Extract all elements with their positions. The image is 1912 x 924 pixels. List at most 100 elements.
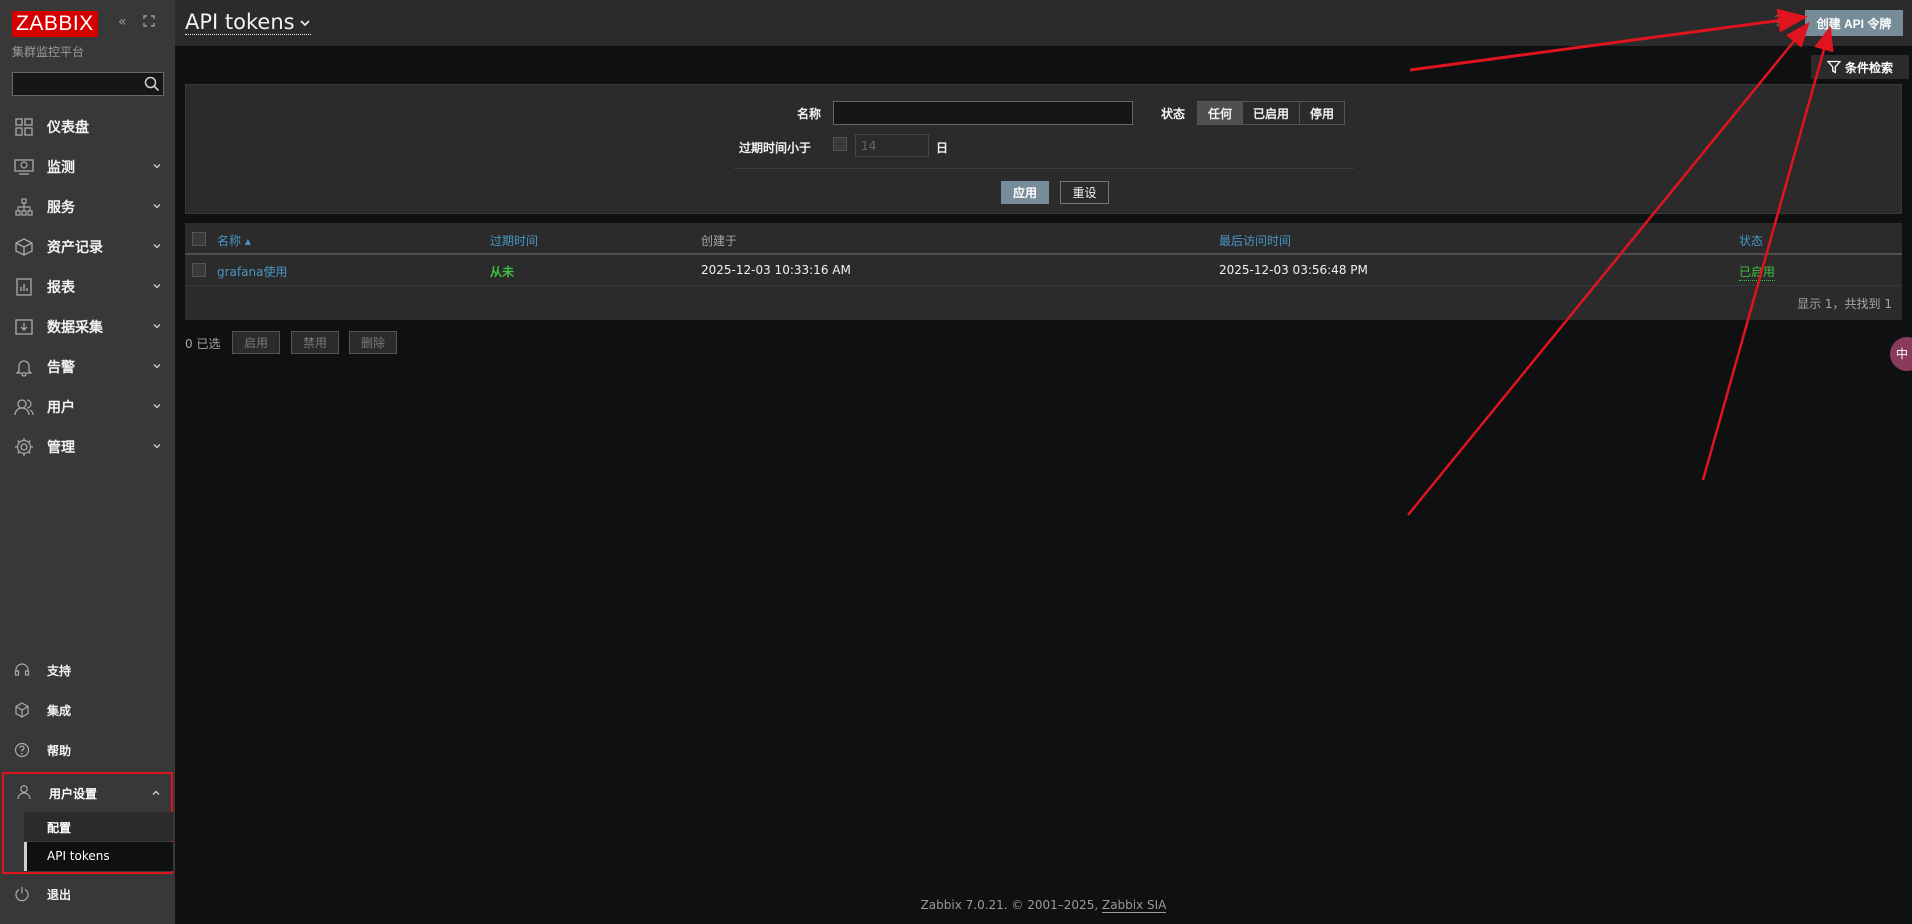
- nav-label: 集成: [47, 704, 72, 718]
- services-icon: [15, 198, 33, 216]
- row-checkbox[interactable]: [192, 263, 206, 277]
- nav-item-dashboard[interactable]: 仪表盘: [0, 107, 175, 147]
- status-option-any[interactable]: 任何: [1198, 102, 1244, 124]
- reports-icon: [16, 278, 32, 296]
- token-status-toggle[interactable]: 已启用: [1739, 263, 1776, 281]
- filter-tab[interactable]: 条件检索: [1811, 55, 1909, 79]
- power-icon: [15, 887, 29, 902]
- filter-name-input[interactable]: [833, 101, 1133, 125]
- kiosk-mode-icon[interactable]: [142, 14, 156, 32]
- dashboard-icon: [15, 118, 33, 136]
- disable-button[interactable]: 禁用: [291, 331, 339, 354]
- expires-checkbox[interactable]: [833, 137, 847, 151]
- nav-item-logout[interactable]: 退出: [0, 874, 175, 914]
- chevron-down-icon: [153, 164, 161, 169]
- nav-item-data-collection[interactable]: 数据采集: [0, 307, 175, 347]
- status-option-enabled[interactable]: 已启用: [1243, 102, 1301, 124]
- nav-label: 监测: [47, 160, 75, 176]
- create-api-token-button[interactable]: 创建 API 令牌: [1805, 10, 1903, 36]
- selected-count: 0 已选: [185, 337, 221, 351]
- user-settings-highlight: 用户设置 配置 API tokens: [2, 772, 173, 874]
- token-last-access: 2025-12-03 03:56:48 PM: [1219, 263, 1368, 277]
- nav-label: API tokens: [47, 849, 110, 863]
- page-footer: Zabbix 7.0.21. © 2001–2025, Zabbix SIA: [175, 898, 1912, 913]
- chevron-down-icon: [153, 324, 161, 329]
- chevron-up-icon: [152, 790, 160, 795]
- column-header-status[interactable]: 状态: [1739, 232, 1763, 249]
- filter-status-label: 状态: [1161, 107, 1186, 121]
- help-icon[interactable]: ?: [1774, 12, 1782, 30]
- filter-icon: [1826, 60, 1841, 74]
- integrations-icon: [15, 702, 29, 718]
- api-tokens-table: 名称 ▴ 过期时间 创建于 最后访问时间 状态 grafana使用 从未 202…: [185, 223, 1902, 320]
- sidebar: ZABBIX « 集群监控平台 仪表盘 监测 服务 资产记录 报表 数据采集 告…: [0, 0, 175, 924]
- nav-item-inventory[interactable]: 资产记录: [0, 227, 175, 267]
- user-icon: [17, 785, 31, 800]
- reset-button[interactable]: 重设: [1060, 181, 1109, 204]
- nav-label: 资产记录: [47, 240, 103, 256]
- token-created: 2025-12-03 10:33:16 AM: [701, 263, 851, 277]
- users-icon: [14, 399, 34, 416]
- enable-button[interactable]: 启用: [232, 331, 280, 354]
- status-segmented-control: 任何 已启用 停用: [1197, 101, 1346, 125]
- chevron-down-icon: [153, 204, 161, 209]
- nav-item-user-settings[interactable]: 用户设置: [4, 774, 171, 812]
- chevron-down-icon: [153, 404, 161, 409]
- nav-subitem-api-tokens[interactable]: API tokens: [24, 842, 173, 871]
- select-all-checkbox[interactable]: [192, 232, 206, 246]
- nav-item-integrations[interactable]: 集成: [0, 690, 175, 730]
- nav-label: 数据采集: [47, 320, 103, 336]
- filter-name-label: 名称: [797, 107, 822, 121]
- logo-row: ZABBIX: [12, 11, 98, 37]
- nav-label: 用户: [47, 400, 75, 416]
- nav-item-services[interactable]: 服务: [0, 187, 175, 227]
- nav-item-users[interactable]: 用户: [0, 387, 175, 427]
- apply-button[interactable]: 应用: [1001, 181, 1049, 204]
- main-content: API tokens ? 创建 API 令牌 条件检索 名称 状态 任何 已启用…: [175, 0, 1912, 924]
- column-header-last-access[interactable]: 最后访问时间: [1219, 232, 1291, 249]
- nav-item-help[interactable]: 帮助: [0, 730, 175, 770]
- page-title-text: API tokens: [185, 10, 295, 34]
- footer-text: Zabbix 7.0.21. © 2001–2025,: [920, 898, 1099, 912]
- column-header-created: 创建于: [701, 234, 738, 248]
- gear-icon: [15, 438, 33, 456]
- collapse-sidebar-icon[interactable]: «: [118, 14, 127, 30]
- status-option-disabled[interactable]: 停用: [1300, 102, 1345, 124]
- table-row: grafana使用 从未 2025-12-03 10:33:16 AM 2025…: [185, 255, 1902, 286]
- table-header: 名称 ▴ 过期时间 创建于 最后访问时间 状态: [185, 223, 1902, 255]
- search-icon[interactable]: [144, 76, 160, 92]
- help-circle-icon: [14, 742, 30, 758]
- footer-link[interactable]: Zabbix SIA: [1101, 898, 1167, 913]
- days-unit-label: 日: [936, 141, 949, 155]
- token-name-link[interactable]: grafana使用: [217, 263, 287, 280]
- nav-label: 管理: [47, 440, 75, 456]
- nav-subitem-profile[interactable]: 配置: [24, 812, 173, 841]
- page-title[interactable]: API tokens: [185, 10, 311, 35]
- chevron-down-icon: [153, 244, 161, 249]
- headset-icon: [14, 663, 30, 676]
- filter-expires-label: 过期时间小于: [739, 141, 812, 155]
- app-root: ZABBIX « 集群监控平台 仪表盘 监测 服务 资产记录 报表 数据采集 告…: [0, 0, 1912, 924]
- nav-label: 配置: [47, 821, 72, 835]
- filter-tab-label: 条件检索: [1844, 60, 1893, 75]
- main-nav: 仪表盘 监测 服务 资产记录 报表 数据采集 告警 用户 管理: [0, 107, 175, 467]
- bell-icon: [15, 360, 33, 377]
- expires-days-input[interactable]: [855, 134, 929, 157]
- nav-label: 报表: [47, 280, 75, 296]
- sidebar-subtitle: 集群监控平台: [12, 45, 85, 59]
- column-header-expires[interactable]: 过期时间: [490, 232, 538, 249]
- nav-item-alerts[interactable]: 告警: [0, 347, 175, 387]
- sidebar-search-input[interactable]: [12, 72, 164, 96]
- nav-label: 支持: [47, 664, 72, 678]
- nav-item-reports[interactable]: 报表: [0, 267, 175, 307]
- nav-item-administration[interactable]: 管理: [0, 427, 175, 467]
- nav-item-support[interactable]: 支持: [0, 650, 175, 690]
- table-stats: 显示 1，共找到 1: [1797, 297, 1892, 311]
- delete-button[interactable]: 删除: [349, 331, 397, 354]
- nav-item-monitoring[interactable]: 监测: [0, 147, 175, 187]
- page-header: API tokens ? 创建 API 令牌: [175, 0, 1912, 46]
- nav-label: 退出: [47, 888, 72, 902]
- column-header-name[interactable]: 名称 ▴: [217, 232, 251, 249]
- chevron-down-icon: [300, 20, 310, 27]
- zabbix-logo[interactable]: ZABBIX: [12, 11, 98, 37]
